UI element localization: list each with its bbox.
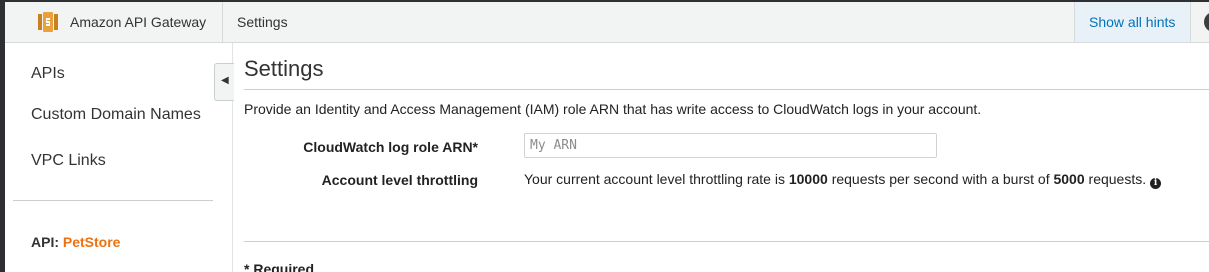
- throttle-text-part: Your current account level throttling ra…: [524, 171, 785, 187]
- sidebar-divider: [13, 200, 213, 201]
- required-note: * Required: [244, 261, 315, 272]
- throttle-rate-value: 10000: [788, 171, 828, 187]
- sidebar: APIs Custom Domain Names VPC Links API: …: [5, 43, 233, 272]
- show-all-hints-label[interactable]: Show all hints: [1089, 14, 1175, 30]
- top-navigation-bar: Amazon API Gateway Settings Show all hin…: [5, 2, 1209, 43]
- throttling-label: Account level throttling: [321, 172, 478, 188]
- api-name-link[interactable]: PetStore: [63, 234, 121, 250]
- app-title[interactable]: Amazon API Gateway: [70, 14, 206, 30]
- throttle-text-part: requests per second with a burst of: [831, 171, 1050, 187]
- api-gateway-logo-icon[interactable]: [36, 10, 60, 34]
- cloudwatch-arn-label: CloudWatch log role ARN*: [303, 139, 478, 155]
- cloudwatch-arn-input[interactable]: [524, 133, 937, 158]
- show-all-hints-button[interactable]: Show all hints: [1074, 2, 1191, 42]
- sidebar-item-apis[interactable]: APIs: [31, 65, 65, 83]
- settings-description: Provide an Identity and Access Managemen…: [244, 101, 982, 117]
- form-footer-divider: [244, 241, 1209, 242]
- api-prefix-label: API:: [31, 234, 59, 250]
- title-divider: [244, 89, 1209, 90]
- sidebar-current-api: API: PetStore: [31, 234, 120, 250]
- breadcrumb-settings[interactable]: Settings: [237, 14, 288, 30]
- settings-main-panel: Settings Provide an Identity and Access …: [244, 43, 1209, 272]
- info-icon[interactable]: i: [1150, 178, 1162, 189]
- throttle-burst-value: 5000: [1053, 171, 1085, 187]
- throttle-text-part: requests.: [1088, 171, 1147, 187]
- page-title: Settings: [244, 56, 324, 81]
- account-avatar[interactable]: [1204, 12, 1209, 32]
- collapse-sidebar-button[interactable]: ◀: [214, 63, 234, 101]
- sidebar-item-custom-domain-names[interactable]: Custom Domain Names: [31, 106, 201, 124]
- sidebar-item-vpc-links[interactable]: VPC Links: [31, 152, 106, 170]
- top-divider: [222, 2, 223, 42]
- chevron-left-icon: ◀: [221, 75, 229, 86]
- throttling-description: Your current account level throttling ra…: [524, 171, 1162, 189]
